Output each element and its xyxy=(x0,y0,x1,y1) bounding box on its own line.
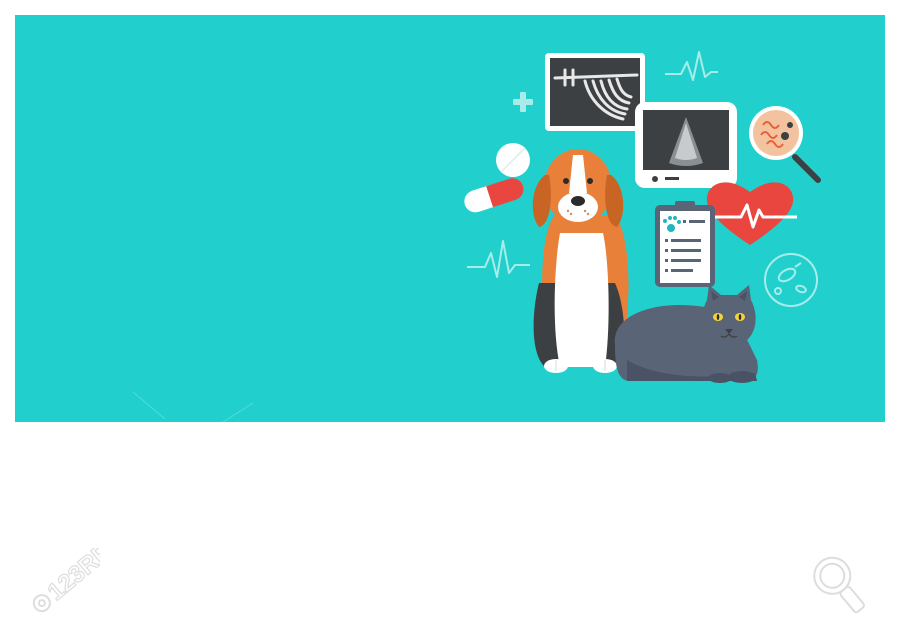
watermark-search-icon xyxy=(813,556,865,614)
watermark-logo-text: 123RF xyxy=(43,548,100,606)
cat-paw xyxy=(728,371,756,383)
dog-eye xyxy=(587,178,593,184)
vet-illustration xyxy=(15,15,885,422)
ultrasound-monitor-icon xyxy=(635,102,737,188)
beagle-dog xyxy=(532,149,629,373)
page: 123RF xyxy=(0,0,900,632)
clipboard-icon xyxy=(655,201,715,287)
cat-paw xyxy=(708,373,732,383)
watermark-logo-icon: 123RF xyxy=(32,548,100,613)
dog-nose xyxy=(571,196,585,206)
xray-icon xyxy=(545,53,645,131)
dog-eye xyxy=(563,178,569,184)
vet-banner xyxy=(15,15,885,422)
